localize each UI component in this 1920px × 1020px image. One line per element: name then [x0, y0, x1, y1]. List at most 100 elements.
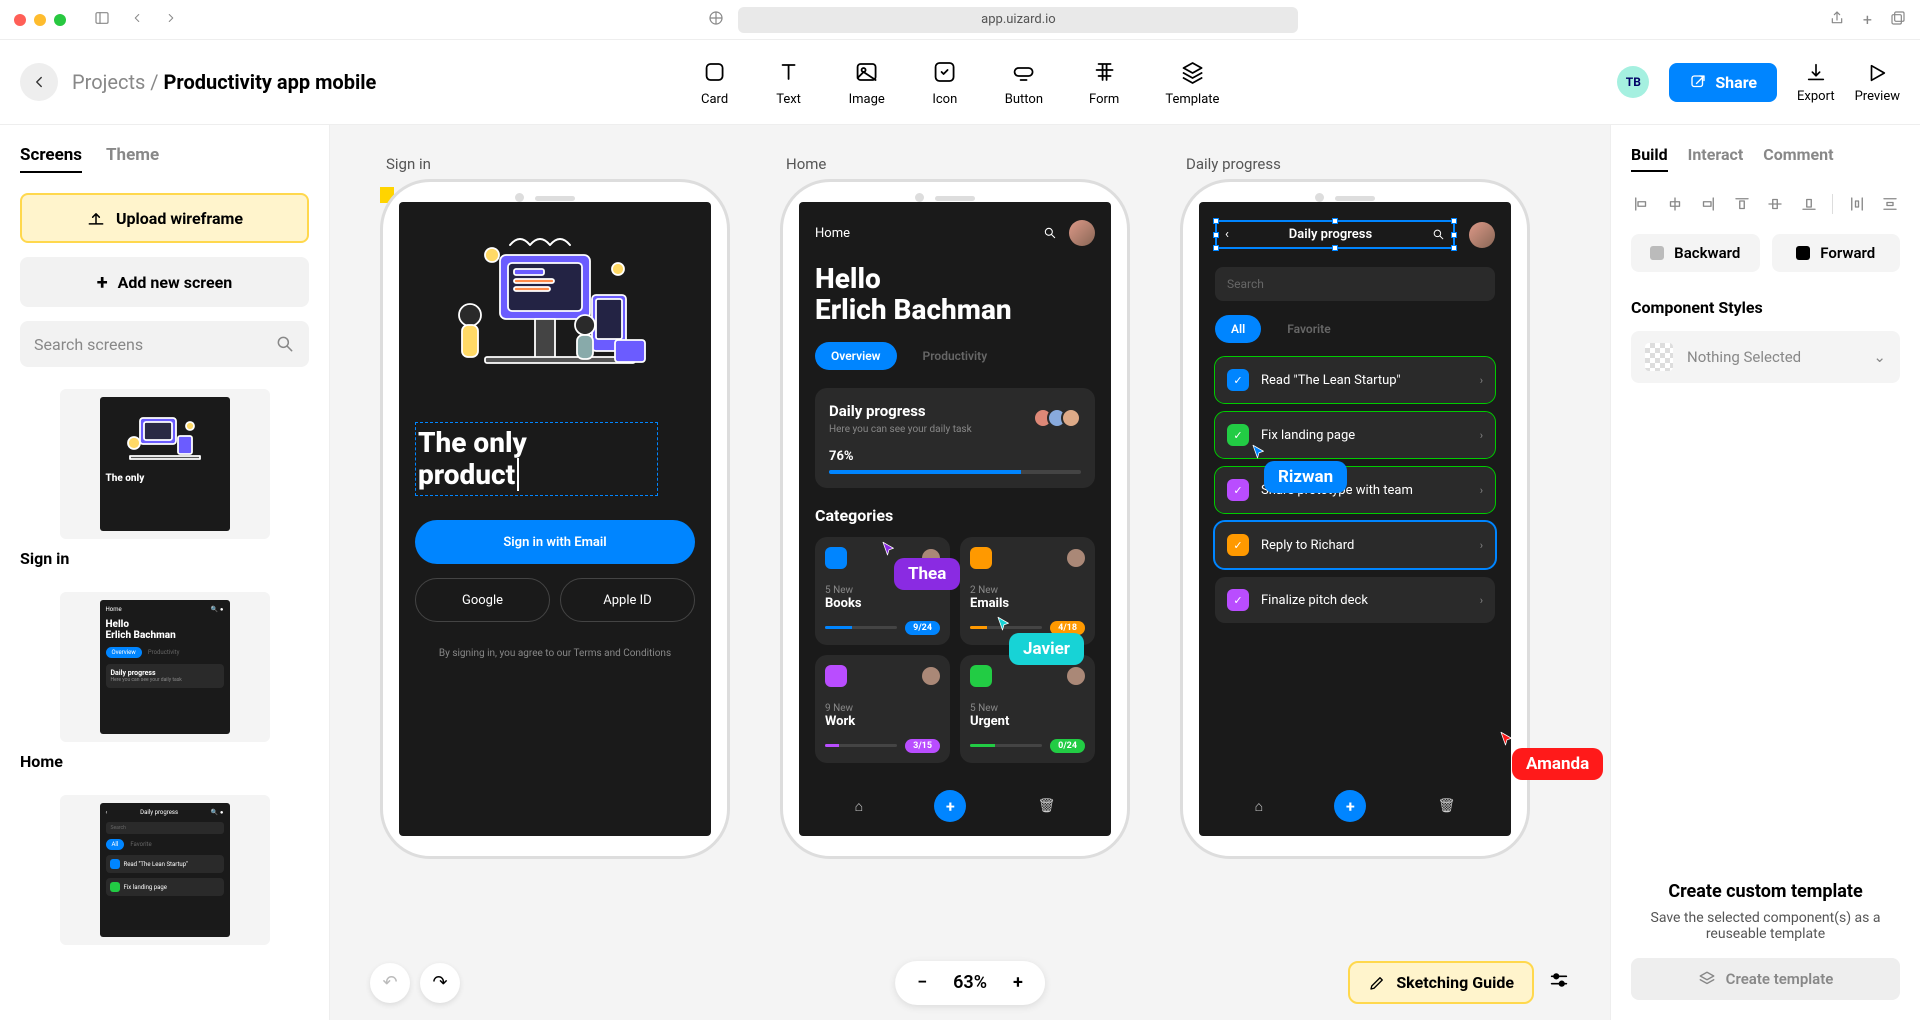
breadcrumb[interactable]: Projects / Productivity app mobile: [72, 70, 376, 94]
preview-button[interactable]: Preview: [1855, 61, 1900, 104]
tool-text[interactable]: Text: [775, 58, 803, 107]
distribute-h-icon[interactable]: [1847, 194, 1867, 214]
tool-image[interactable]: Image: [849, 58, 885, 107]
align-right-icon[interactable]: [1698, 194, 1718, 214]
search-icon[interactable]: [1432, 228, 1445, 241]
align-hcenter-icon[interactable]: [1665, 194, 1685, 214]
maximize-dot[interactable]: [54, 14, 66, 26]
settings-icon[interactable]: [1548, 969, 1570, 996]
nav-fwd-icon[interactable]: [164, 10, 178, 30]
send-backward-button[interactable]: Backward: [1631, 234, 1760, 272]
home-topbar: Home: [815, 220, 1095, 246]
tabs-sys-icon[interactable]: [1890, 10, 1906, 30]
add-screen-button[interactable]: +Add new screen: [20, 257, 309, 307]
screen-thumb-signin[interactable]: The only Sign in: [20, 389, 309, 568]
shield-icon: [708, 10, 724, 30]
avatar[interactable]: [1069, 220, 1095, 246]
zoom-in-icon[interactable]: +: [1013, 972, 1023, 993]
export-button[interactable]: Export: [1797, 61, 1835, 104]
search-input[interactable]: Search: [1215, 267, 1495, 301]
screen-signin[interactable]: Sign in: [380, 155, 730, 859]
collab-cursor: Javier: [995, 615, 1084, 665]
screen-thumb-home[interactable]: Home🔍 ● HelloErlich Bachman OverviewProd…: [20, 592, 309, 771]
signin-apple-button[interactable]: Apple ID: [560, 578, 695, 622]
avatar[interactable]: [1469, 222, 1495, 248]
trash-icon[interactable]: 🗑: [1438, 798, 1456, 814]
template-title: Create custom template: [1631, 881, 1900, 902]
selected-topbar[interactable]: ‹ Daily progress: [1215, 220, 1455, 249]
tool-form[interactable]: Form: [1089, 58, 1119, 107]
tab-overview[interactable]: Overview: [815, 342, 897, 370]
undo-button[interactable]: ↶: [370, 963, 410, 1003]
collab-cursor: Thea: [880, 540, 960, 590]
tab-interact[interactable]: Interact: [1688, 145, 1744, 172]
collab-cursor: Rizwan: [1250, 443, 1347, 493]
bring-forward-button[interactable]: Forward: [1772, 234, 1901, 272]
user-avatar[interactable]: TB: [1617, 66, 1649, 98]
nav-back-icon[interactable]: [130, 10, 144, 30]
create-template-button[interactable]: Create template: [1631, 958, 1900, 1000]
signin-email-button[interactable]: Sign in with Email: [415, 520, 695, 564]
search-screens-input[interactable]: Search screens: [20, 321, 309, 367]
filter-all[interactable]: All: [1215, 315, 1261, 343]
category-tile[interactable]: 9 New Work 3/15: [815, 655, 950, 763]
plus-sys-icon[interactable]: +: [1863, 10, 1872, 30]
screen-label: Sign in: [386, 155, 730, 173]
tab-productivity[interactable]: Productivity: [907, 342, 1004, 370]
canvas[interactable]: Sign in: [330, 125, 1610, 1020]
add-fab[interactable]: +: [934, 790, 966, 822]
window-chrome: app.uizard.io +: [0, 0, 1920, 40]
zoom-control[interactable]: − 63% +: [895, 961, 1045, 1005]
screen-thumb-daily[interactable]: ‹Daily progress🔍 ● Search AllFavorite Re…: [20, 795, 309, 945]
canvas-bottom-bar: ↶ ↷ − 63% + Sketching Guide: [330, 961, 1610, 1004]
align-left-icon[interactable]: [1631, 194, 1651, 214]
align-top-icon[interactable]: [1732, 194, 1752, 214]
tool-card[interactable]: Card: [701, 58, 729, 107]
component-styles-title: Component Styles: [1631, 298, 1900, 317]
home-tabs: Overview Productivity: [815, 342, 1095, 370]
task-item[interactable]: ✓ Reply to Richard›: [1215, 522, 1495, 568]
filter-favorite[interactable]: Favorite: [1271, 315, 1346, 343]
style-select[interactable]: Nothing Selected ⌄: [1631, 331, 1900, 383]
back-button[interactable]: [20, 63, 58, 101]
distribute-v-icon[interactable]: [1880, 194, 1900, 214]
screen-daily-progress[interactable]: Daily progress ‹ Daily progress: [1180, 155, 1530, 859]
bottom-nav: ⌂ + 🗑: [1199, 790, 1511, 822]
signin-google-button[interactable]: Google: [415, 578, 550, 622]
tab-screens[interactable]: Screens: [20, 145, 82, 173]
selected-text-element[interactable]: The onlyproduct: [415, 422, 658, 496]
address-field[interactable]: app.uizard.io: [738, 7, 1298, 33]
align-vcenter-icon[interactable]: [1765, 194, 1785, 214]
task-item[interactable]: ✓ Read "The Lean Startup"›: [1215, 357, 1495, 403]
sidebar-toggle-icon[interactable]: [94, 10, 110, 30]
trash-icon[interactable]: 🗑: [1038, 798, 1056, 814]
sketching-guide-button[interactable]: Sketching Guide: [1348, 961, 1534, 1004]
close-dot[interactable]: [14, 14, 26, 26]
tab-theme[interactable]: Theme: [106, 145, 159, 173]
task-item[interactable]: ✓ Finalize pitch deck›: [1215, 577, 1495, 623]
search-icon[interactable]: [1043, 226, 1057, 240]
share-button[interactable]: Share: [1669, 63, 1777, 102]
daily-progress-card[interactable]: Daily progressHere you can see your dail…: [815, 388, 1095, 488]
minimize-dot[interactable]: [34, 14, 46, 26]
add-fab[interactable]: +: [1334, 790, 1366, 822]
zoom-out-icon[interactable]: −: [917, 972, 927, 993]
tab-comment[interactable]: Comment: [1763, 145, 1833, 172]
upload-wireframe-button[interactable]: Upload wireframe: [20, 193, 309, 243]
toolbar: Card Text Image Icon Button Form Templat…: [701, 58, 1220, 107]
home-icon[interactable]: ⌂: [855, 798, 863, 815]
align-bottom-icon[interactable]: [1799, 194, 1819, 214]
category-tile[interactable]: 5 New Urgent 0/24: [960, 655, 1095, 763]
tool-button[interactable]: Button: [1005, 58, 1043, 107]
tool-template[interactable]: Template: [1165, 58, 1219, 107]
tab-build[interactable]: Build: [1631, 145, 1668, 172]
screen-home[interactable]: Home Home HelloErlich Bachman Overview P…: [780, 155, 1130, 859]
share-sys-icon[interactable]: [1829, 10, 1845, 30]
search-icon: [275, 334, 295, 354]
home-icon[interactable]: ⌂: [1255, 798, 1263, 815]
checker-swatch: [1645, 343, 1673, 371]
categories-title: Categories: [815, 506, 1095, 525]
screen-label: Home: [786, 155, 1130, 173]
redo-button[interactable]: ↷: [420, 963, 460, 1003]
tool-icon[interactable]: Icon: [931, 58, 959, 107]
